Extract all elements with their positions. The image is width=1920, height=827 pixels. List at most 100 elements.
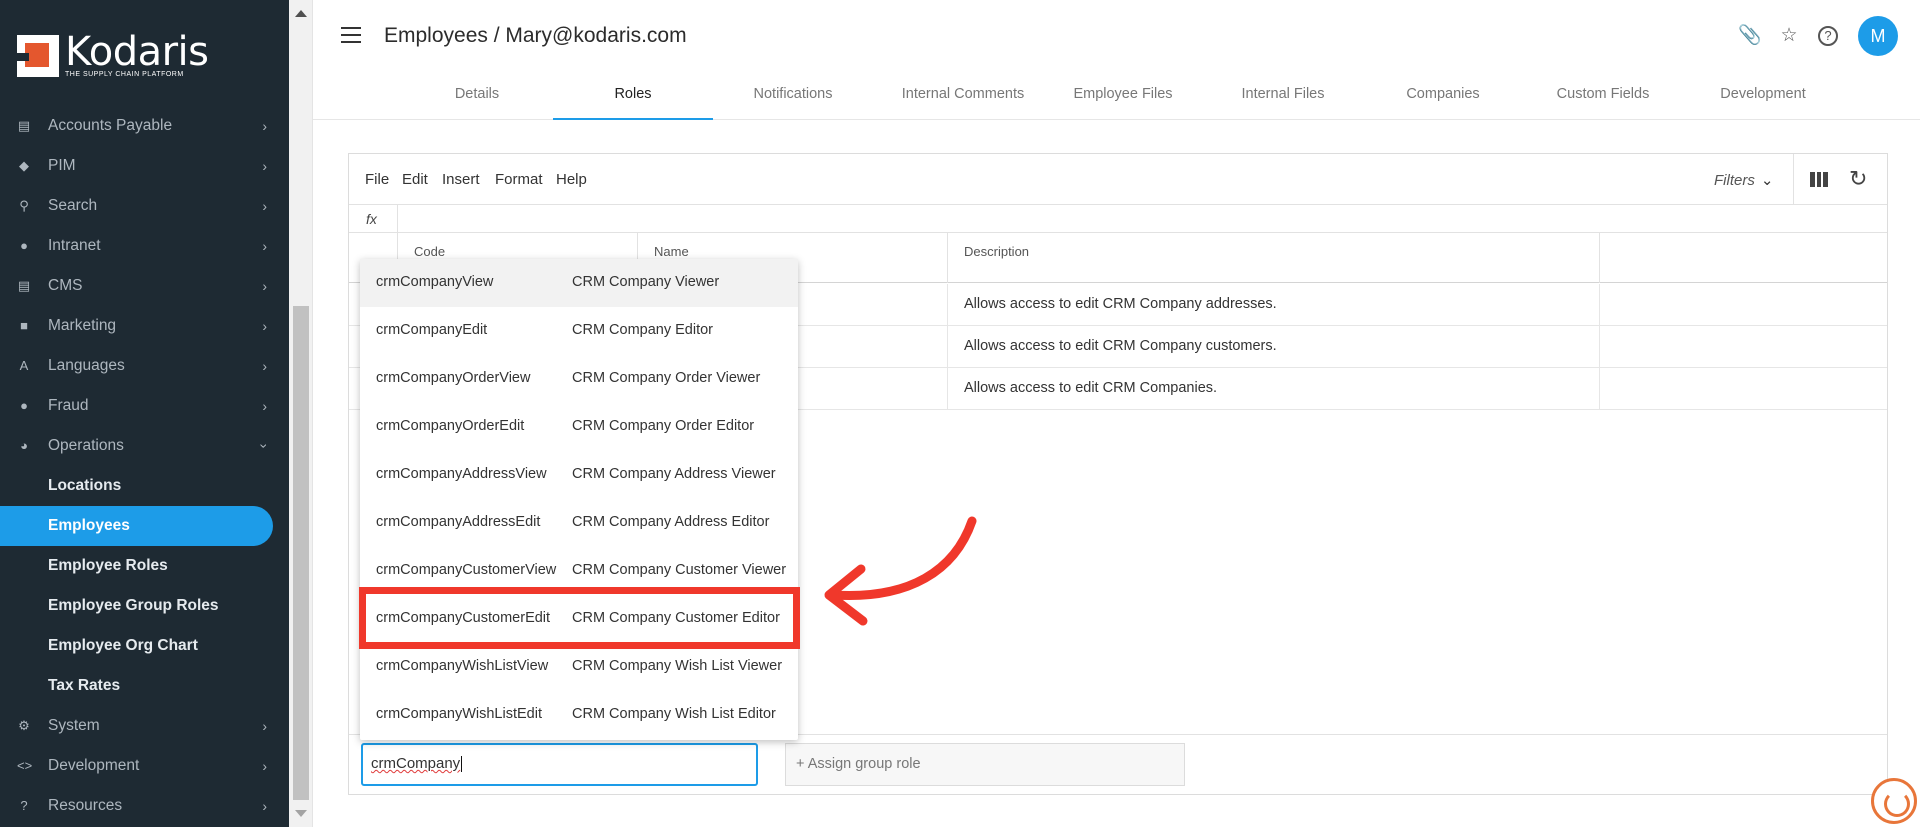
kodaris-logo-mark-icon — [17, 35, 59, 77]
menu-help[interactable]: Help — [556, 171, 587, 188]
alert-icon: ● — [20, 398, 28, 413]
role-autocomplete-dropdown: crmCompanyView CRM Company Viewer crmCom… — [360, 259, 798, 740]
chevron-right-icon: › — [262, 358, 267, 374]
tab-bar: Details Roles Notifications Internal Com… — [313, 78, 1920, 120]
cell-extra[interactable] — [1599, 284, 1887, 326]
sidebar-item-development[interactable]: <> Development › — [0, 746, 289, 786]
menu-edit[interactable]: Edit — [402, 171, 428, 188]
dropdown-option[interactable]: crmCompanyAddressEdit CRM Company Addres… — [360, 499, 798, 547]
chat-support-bubble-icon[interactable] — [1871, 778, 1917, 824]
sidebar-subitem-employee-group-roles[interactable]: Employee Group Roles — [0, 586, 289, 626]
search-icon: ⚲ — [19, 198, 29, 213]
tab-custom-fields[interactable]: Custom Fields — [1528, 78, 1678, 120]
sidebar-item-fraud[interactable]: ● Fraud › — [0, 386, 289, 426]
help-icon[interactable]: ? — [1818, 26, 1838, 46]
sidebar-scrollbar[interactable] — [289, 0, 313, 827]
annotation-arrow-icon — [824, 516, 977, 626]
cell-description[interactable]: Allows access to edit CRM Company custom… — [947, 326, 1599, 368]
tab-internal-comments[interactable]: Internal Comments — [873, 78, 1053, 120]
sidebar-item-cms[interactable]: ▤ CMS › — [0, 266, 289, 306]
formula-bar[interactable]: fx — [349, 205, 1887, 233]
kodaris-logo[interactable]: Kodaris THE SUPPLY CHAIN PLATFORM — [17, 29, 209, 78]
tab-notifications[interactable]: Notifications — [718, 78, 868, 120]
tag-icon: ◆ — [19, 158, 29, 173]
text-caret — [461, 756, 463, 773]
column-header-description[interactable]: Description — [947, 233, 1599, 283]
chevron-down-icon: › — [256, 443, 273, 449]
highlight-annotation-box — [359, 587, 800, 649]
sidebar-subitem-employee-roles[interactable]: Employee Roles — [0, 546, 289, 586]
chevron-right-icon: › — [262, 798, 267, 814]
columns-icon[interactable] — [1810, 172, 1829, 187]
dropdown-option[interactable]: crmCompanyView CRM Company Viewer — [360, 259, 798, 307]
sidebar-item-pim[interactable]: ◆ PIM › — [0, 146, 289, 186]
bank-icon: ▤ — [17, 118, 31, 133]
help-circle-icon: ? — [20, 798, 28, 813]
sidebar-nav: ▤ Accounts Payable › ◆ PIM › ⚲ Search › … — [0, 106, 289, 826]
dropdown-option[interactable]: crmCompanyOrderView CRM Company Order Vi… — [360, 355, 798, 403]
dropdown-option[interactable]: crmCompanyOrderEdit CRM Company Order Ed… — [360, 403, 798, 451]
menu-format[interactable]: Format — [495, 171, 543, 188]
browser-icon: ▤ — [17, 278, 31, 293]
sidebar-item-operations[interactable]: ◕ Operations › — [0, 426, 289, 466]
sidebar-item-system[interactable]: ⚙ System › — [0, 706, 289, 746]
megaphone-icon: ■ — [20, 318, 28, 333]
sidebar-item-intranet[interactable]: ● Intranet › — [0, 226, 289, 266]
avatar[interactable]: M — [1858, 16, 1898, 56]
sidebar-item-resources[interactable]: ? Resources › — [0, 786, 289, 826]
star-icon[interactable]: ☆ — [1778, 25, 1800, 47]
dropdown-option[interactable]: crmCompanyAddressView CRM Company Addres… — [360, 451, 798, 499]
sidebar-item-accounts-payable[interactable]: ▤ Accounts Payable › — [0, 106, 289, 146]
toolbar-divider — [1793, 154, 1794, 205]
cell-extra[interactable] — [1599, 368, 1887, 410]
tab-development[interactable]: Development — [1688, 78, 1838, 120]
menu-file[interactable]: File — [365, 171, 389, 188]
chevron-down-icon: ⌄ — [1760, 172, 1774, 189]
grid-menubar: File Edit Insert Format Help Filters ⌄ ↻ — [349, 154, 1887, 205]
refresh-icon[interactable]: ↻ — [1849, 166, 1867, 192]
gear-icon: ⚙ — [18, 718, 30, 733]
chevron-right-icon: › — [262, 238, 267, 254]
filters-dropdown[interactable]: Filters ⌄ — [1714, 171, 1773, 189]
cell-extra[interactable] — [1599, 326, 1887, 368]
chart-icon: ◕ — [20, 438, 28, 453]
chevron-right-icon: › — [262, 318, 267, 334]
role-search-input[interactable]: crmCompany — [361, 743, 758, 786]
hamburger-menu-icon[interactable] — [341, 27, 361, 43]
page-header: Employees / Mary@kodaris.com 📎 ☆ ? M Det… — [313, 0, 1920, 120]
scroll-up-arrow-icon[interactable] — [295, 10, 307, 17]
chevron-right-icon: › — [262, 398, 267, 414]
page-title: Employees / Mary@kodaris.com — [384, 24, 687, 47]
column-header-extra — [1599, 233, 1887, 283]
sidebar-item-marketing[interactable]: ■ Marketing › — [0, 306, 289, 346]
dropdown-option[interactable]: crmCompanyWishListEdit CRM Company Wish … — [360, 691, 798, 739]
cell-description[interactable]: Allows access to edit CRM Company addres… — [947, 284, 1599, 326]
dropdown-option[interactable]: crmCompanyWishListView CRM Company Wish … — [360, 643, 798, 691]
translate-icon: A — [19, 358, 29, 373]
logo-name: Kodaris — [65, 29, 209, 75]
sidebar: Kodaris THE SUPPLY CHAIN PLATFORM ▤ Acco… — [0, 0, 289, 827]
dropdown-option[interactable]: crmCompanyEdit CRM Company Editor — [360, 307, 798, 355]
code-icon: <> — [17, 758, 33, 773]
tab-roles[interactable]: Roles — [553, 78, 713, 120]
cell-description[interactable]: Allows access to edit CRM Companies. — [947, 368, 1599, 410]
scrollbar-thumb[interactable] — [293, 306, 309, 800]
tab-companies[interactable]: Companies — [1368, 78, 1518, 120]
paperclip-icon[interactable]: 📎 — [1738, 25, 1762, 47]
scroll-down-arrow-icon[interactable] — [295, 810, 307, 817]
chevron-right-icon: › — [262, 758, 267, 774]
tab-employee-files[interactable]: Employee Files — [1048, 78, 1198, 120]
sidebar-item-search[interactable]: ⚲ Search › — [0, 186, 289, 226]
tab-details[interactable]: Details — [417, 78, 537, 120]
chevron-right-icon: › — [262, 718, 267, 734]
sidebar-subitem-tax-rates[interactable]: Tax Rates — [0, 666, 289, 706]
sidebar-subitem-locations[interactable]: Locations — [0, 466, 289, 506]
chevron-right-icon: › — [262, 118, 267, 134]
assign-group-role-input[interactable]: + Assign group role — [785, 743, 1185, 786]
menu-insert[interactable]: Insert — [442, 171, 480, 188]
sidebar-item-languages[interactable]: A Languages › — [0, 346, 289, 386]
sidebar-subitem-employee-org-chart[interactable]: Employee Org Chart — [0, 626, 289, 666]
sidebar-subitem-employees[interactable]: Employees — [0, 506, 273, 546]
tab-internal-files[interactable]: Internal Files — [1208, 78, 1358, 120]
chevron-right-icon: › — [262, 198, 267, 214]
